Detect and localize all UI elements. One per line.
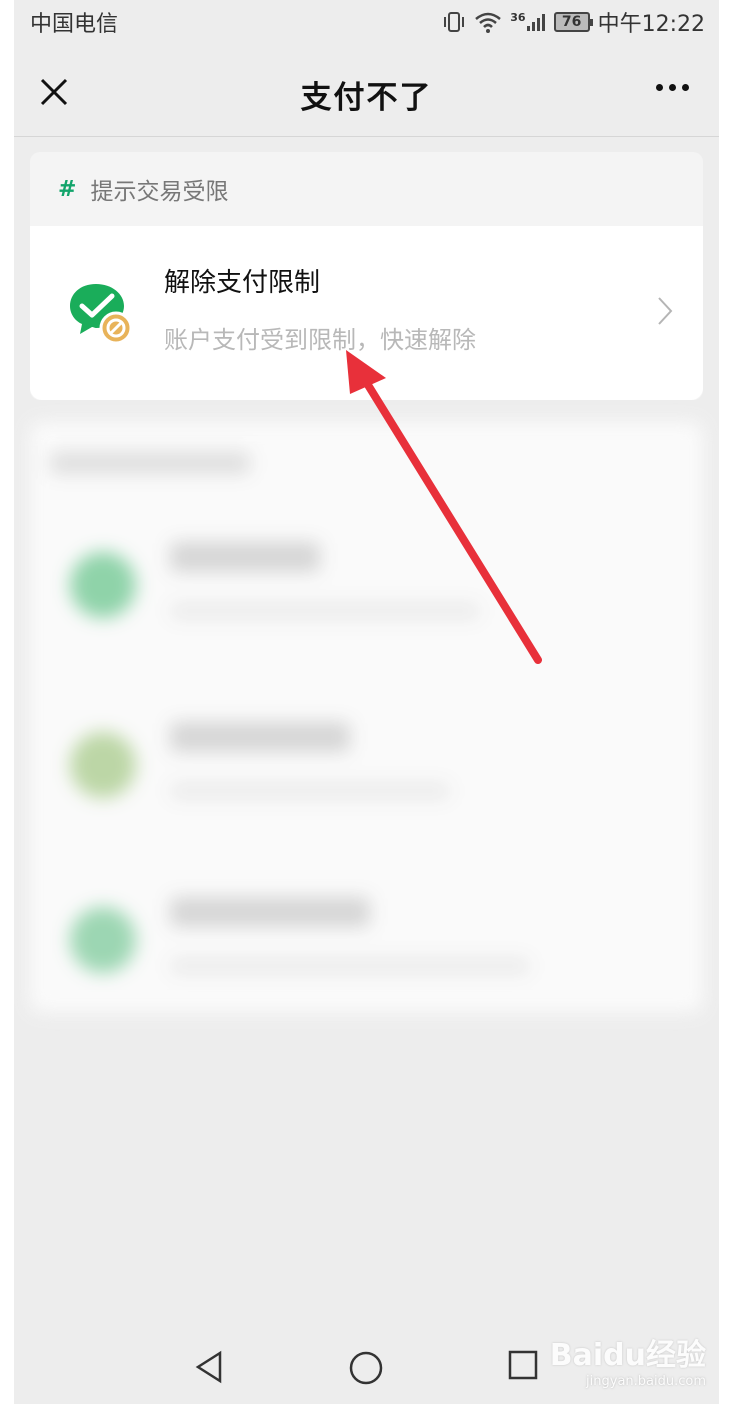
blurred-text [170,782,450,800]
item-subtitle: 账户支付受到限制，快速解除 [164,326,476,354]
result-card: # 提示交易受限 解除支付限制 账户支付受到限制，快速解除 [30,152,703,400]
watermark: Baidu经验 jingyan.baidu.com [550,1330,706,1389]
clock-label: 中午12:22 [597,12,705,37]
network-type-label: 36 [510,10,526,24]
blurred-text [170,722,350,752]
home-circle-icon [349,1351,383,1385]
signal-icon [526,12,546,32]
blurred-row [30,512,703,682]
more-dot-icon [682,84,689,91]
blurred-card [30,422,703,1012]
blurred-text [170,602,480,620]
section-header: # 提示交易受限 [58,172,228,206]
nav-bar: 支付不了 [14,50,719,137]
home-button[interactable] [348,1350,384,1390]
more-options-button[interactable] [656,84,689,91]
recents-button[interactable] [508,1350,538,1384]
wifi-icon [474,11,502,33]
carrier-label: 中国电信 [30,12,119,37]
chevron-right-icon [657,296,673,330]
blurred-row [30,867,703,1037]
section-label: 提示交易受限 [90,179,229,205]
battery-icon: 76 [553,12,593,32]
blurred-avatar [70,907,136,973]
more-dot-icon [656,84,663,91]
blurred-avatar [70,732,136,798]
phone-screen: 中国电信 36 76 中午12:22 支付不了 # 提示交易受限 解除支付限制 … [14,0,719,1404]
watermark-logo: Baidu经验 [549,1338,706,1373]
blurred-header [50,452,250,474]
hash-icon: # [58,176,77,202]
wechat-pay-restricted-icon [66,278,134,346]
item-title: 解除支付限制 [164,268,321,298]
back-triangle-icon [195,1350,222,1384]
watermark-url: jingyan.baidu.com [586,1374,706,1389]
more-dot-icon [669,84,676,91]
blurred-text [170,897,370,927]
status-indicators: 36 76 中午12:22 [442,6,705,38]
blurred-avatar [70,552,136,618]
status-bar: 中国电信 36 76 中午12:22 [14,0,719,40]
back-button[interactable] [194,1350,224,1388]
unlock-payment-item[interactable]: 解除支付限制 账户支付受到限制，快速解除 [30,226,703,400]
blurred-row [30,692,703,862]
recents-square-icon [508,1350,538,1380]
vibrate-icon [442,11,466,33]
blurred-content [30,402,703,1012]
blurred-text [170,542,320,572]
page-title: 支付不了 [300,80,433,116]
blurred-text [170,957,530,975]
